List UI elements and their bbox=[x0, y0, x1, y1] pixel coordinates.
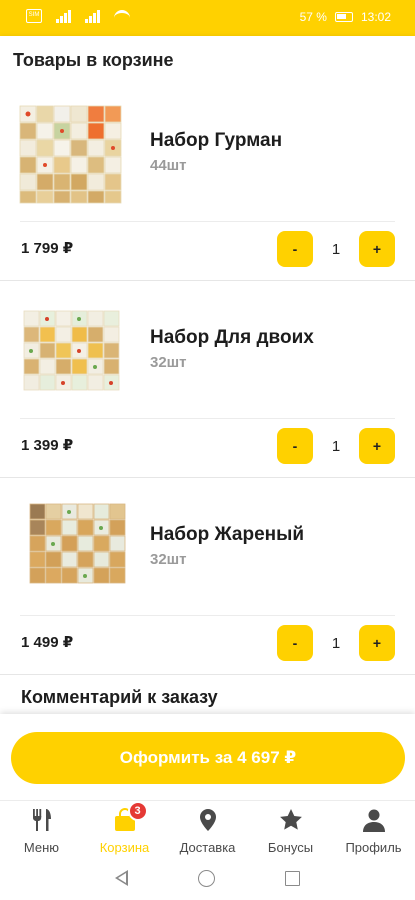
page-title: Товары в корзине bbox=[13, 50, 174, 70]
tab-cart-label: Корзина bbox=[99, 840, 150, 855]
app-header: Товары в корзине bbox=[0, 36, 415, 84]
decrease-button[interactable]: - bbox=[277, 231, 313, 267]
sim-card-icon: SIM bbox=[26, 9, 42, 23]
recent-apps-icon[interactable] bbox=[285, 870, 300, 886]
quantity-value: 1 bbox=[331, 437, 341, 455]
sushi-set-fried-icon bbox=[16, 496, 136, 600]
product-price: 1 499 ₽ bbox=[21, 634, 74, 651]
back-icon[interactable] bbox=[115, 870, 128, 886]
map-pin-icon bbox=[199, 809, 216, 831]
checkout-panel: Оформить за 4 697 ₽ bbox=[0, 714, 415, 800]
divider bbox=[20, 615, 395, 616]
product-name: Набор Для двоих bbox=[150, 327, 314, 348]
person-icon bbox=[362, 809, 385, 832]
checkout-button[interactable]: Оформить за 4 697 ₽ bbox=[11, 732, 405, 784]
tab-profile[interactable]: Профиль bbox=[332, 801, 415, 856]
tab-bonuses[interactable]: Бонусы bbox=[249, 801, 332, 856]
cart-list[interactable]: Набор Гурман 44шт 1 799 ₽ - 1 + Набор Дл… bbox=[0, 84, 415, 714]
increase-button[interactable]: + bbox=[359, 625, 395, 661]
tab-menu[interactable]: Меню bbox=[0, 801, 83, 856]
product-pieces: 44шт bbox=[150, 157, 187, 174]
cart-item: Набор Жареный 32шт 1 499 ₽ - 1 + bbox=[0, 478, 415, 675]
status-bar: SIM 57 % 13:02 bbox=[0, 0, 415, 36]
fork-knife-icon bbox=[32, 809, 51, 831]
decrease-button[interactable]: - bbox=[277, 428, 313, 464]
battery-icon bbox=[334, 12, 353, 22]
tab-menu-label: Меню bbox=[23, 840, 60, 855]
product-pieces: 32шт bbox=[150, 354, 187, 371]
product-image[interactable] bbox=[16, 496, 136, 600]
tab-cart[interactable]: 3 Корзина bbox=[83, 801, 166, 856]
cart-item: Набор Гурман 44шт 1 799 ₽ - 1 + bbox=[0, 84, 415, 281]
sushi-set-for-two-icon bbox=[16, 299, 136, 403]
sushi-set-gourmet-icon bbox=[16, 102, 136, 206]
cart-item: Набор Для двоих 32шт 1 399 ₽ - 1 + bbox=[0, 281, 415, 478]
system-nav-bar bbox=[0, 856, 415, 900]
signal-strength-2-icon bbox=[85, 9, 100, 23]
wifi-icon bbox=[114, 10, 130, 22]
star-icon bbox=[279, 809, 302, 830]
product-price: 1 799 ₽ bbox=[21, 240, 74, 257]
tab-profile-label: Профиль bbox=[345, 840, 402, 855]
signal-strength-icon bbox=[56, 9, 71, 23]
quantity-value: 1 bbox=[331, 634, 341, 652]
battery-percent: 57 % bbox=[299, 10, 327, 24]
divider bbox=[20, 221, 395, 222]
product-name: Набор Жареный bbox=[150, 524, 305, 545]
cart-count-badge: 3 bbox=[127, 801, 148, 821]
bottom-tab-bar: Меню 3 Корзина Доставка Бонусы Профиль bbox=[0, 800, 415, 856]
product-pieces: 32шт bbox=[150, 551, 187, 568]
increase-button[interactable]: + bbox=[359, 428, 395, 464]
product-image[interactable] bbox=[16, 102, 136, 206]
quantity-value: 1 bbox=[331, 240, 341, 258]
quantity-stepper: - 1 + bbox=[277, 428, 395, 464]
tab-delivery-label: Доставка bbox=[179, 840, 236, 855]
decrease-button[interactable]: - bbox=[277, 625, 313, 661]
divider bbox=[20, 418, 395, 419]
product-price: 1 399 ₽ bbox=[21, 437, 74, 454]
clock: 13:02 bbox=[360, 10, 391, 24]
quantity-stepper: - 1 + bbox=[277, 625, 395, 661]
product-image[interactable] bbox=[16, 299, 136, 403]
home-icon[interactable] bbox=[198, 869, 215, 887]
quantity-stepper: - 1 + bbox=[277, 231, 395, 267]
tab-bonuses-label: Бонусы bbox=[267, 840, 314, 855]
product-name: Набор Гурман bbox=[150, 130, 283, 151]
comment-section-title: Комментарий к заказу bbox=[21, 687, 218, 707]
tab-delivery[interactable]: Доставка bbox=[166, 801, 249, 856]
increase-button[interactable]: + bbox=[359, 231, 395, 267]
